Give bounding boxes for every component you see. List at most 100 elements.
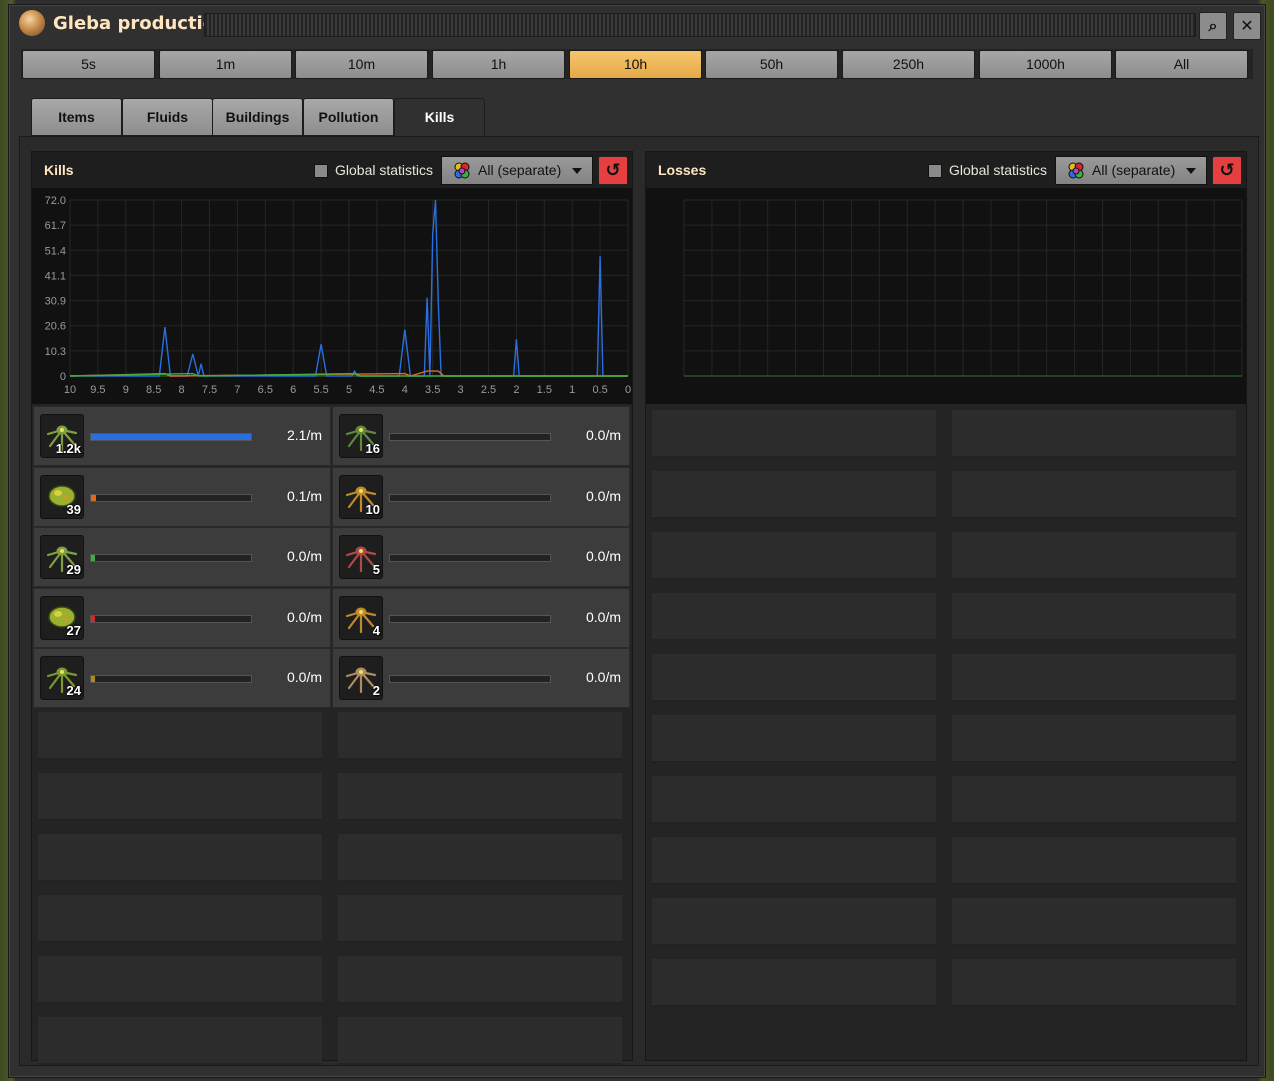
- kill-row[interactable]: 10 0.0/m: [332, 466, 630, 527]
- kill-count: 10: [365, 501, 380, 517]
- empty-row: [652, 410, 936, 458]
- chevron-down-icon: [572, 168, 582, 174]
- y-tick-label: 72.0: [45, 195, 66, 207]
- losses-filter-label: All (separate): [1092, 162, 1176, 178]
- y-tick-label: 10.3: [45, 346, 66, 358]
- search-button[interactable]: ⌕: [1199, 12, 1227, 40]
- kill-rate: 0.0/m: [286, 608, 322, 625]
- empty-row: [652, 715, 936, 763]
- drag-handle[interactable]: [204, 13, 1196, 37]
- kill-row[interactable]: 2 0.0/m: [332, 648, 630, 708]
- x-tick-label: 0.5: [592, 384, 607, 396]
- empty-row: [652, 959, 936, 1007]
- empty-row: [952, 837, 1236, 885]
- kill-row[interactable]: 27 0.0/m: [33, 587, 331, 648]
- tab-pollution[interactable]: Pollution: [303, 98, 394, 136]
- empty-row: [652, 898, 936, 946]
- x-tick-label: 0: [625, 384, 631, 396]
- kill-count: 24: [66, 683, 81, 698]
- kill-row[interactable]: 29 0.0/m: [33, 527, 331, 587]
- rate-bar-fill: [91, 494, 96, 501]
- time-250h-button[interactable]: 250h: [842, 50, 975, 79]
- kill-rate: 0.0/m: [585, 487, 621, 504]
- gleba-planet-icon: [19, 10, 45, 36]
- entity-slot[interactable]: 2: [339, 656, 383, 700]
- rate-bar: [389, 675, 551, 683]
- entity-slot[interactable]: 39: [40, 474, 84, 519]
- time-1m-button[interactable]: 1m: [159, 50, 292, 79]
- tab-buildings[interactable]: Buildings: [212, 98, 303, 136]
- empty-row: [338, 712, 622, 760]
- entity-slot[interactable]: 5: [339, 535, 383, 579]
- rate-bar-fill: [91, 615, 95, 622]
- time-all-button[interactable]: All: [1115, 50, 1248, 79]
- time-1000h-button[interactable]: 1000h: [979, 50, 1112, 79]
- time-50h-button[interactable]: 50h: [705, 50, 838, 79]
- close-button[interactable]: ✕: [1233, 12, 1261, 40]
- empty-row: [952, 654, 1236, 702]
- titlebar[interactable]: Gleba production ⌕ ✕: [9, 5, 1265, 43]
- empty-row: [338, 895, 622, 943]
- kill-rate: 0.0/m: [585, 427, 621, 443]
- rate-bar: [90, 493, 252, 502]
- kill-row[interactable]: 1.2k 2.1/m: [33, 406, 331, 466]
- force-colors-icon: [454, 162, 470, 179]
- y-tick-label: 41.1: [45, 270, 66, 282]
- close-icon: ✕: [1240, 16, 1254, 35]
- empty-row: [952, 410, 1236, 458]
- losses-global-checkbox[interactable]: [928, 164, 942, 178]
- y-tick-label: 30.9: [45, 296, 66, 308]
- entity-slot[interactable]: 24: [40, 656, 84, 700]
- entity-slot[interactable]: 10: [339, 474, 383, 519]
- tab-kills[interactable]: Kills: [394, 98, 485, 137]
- x-tick-label: 7: [234, 384, 240, 396]
- kill-row[interactable]: 24 0.0/m: [33, 648, 331, 708]
- time-1h-button[interactable]: 1h: [432, 50, 565, 79]
- x-tick-label: 9: [123, 384, 129, 396]
- entity-slot[interactable]: 27: [40, 595, 84, 640]
- x-tick-label: 3: [458, 384, 464, 396]
- time-5s-button[interactable]: 5s: [22, 50, 155, 79]
- entity-slot[interactable]: 1.2k: [40, 414, 84, 458]
- rate-bar-fill: [91, 434, 251, 440]
- kill-row[interactable]: 39 0.1/m: [33, 466, 331, 527]
- tab-fluids[interactable]: Fluids: [122, 98, 213, 136]
- kill-count: 29: [66, 562, 81, 577]
- empty-row: [952, 959, 1236, 1007]
- x-tick-label: 8.5: [146, 384, 161, 396]
- empty-row: [952, 715, 1236, 763]
- kill-rate: 0.0/m: [585, 669, 621, 685]
- y-tick-label: 61.7: [45, 220, 66, 232]
- kill-row[interactable]: 4 0.0/m: [332, 587, 630, 648]
- entity-slot[interactable]: 16: [339, 414, 383, 458]
- kills-panel: Kills Global statistics All (separate) ↺…: [31, 151, 633, 1065]
- y-tick-label: 51.4: [45, 245, 66, 257]
- x-tick-label: 5.5: [313, 384, 328, 396]
- entity-slot[interactable]: 29: [40, 535, 84, 579]
- rate-bar-fill: [91, 555, 95, 561]
- kill-count: 16: [365, 441, 380, 456]
- x-tick-label: 6.5: [258, 384, 273, 396]
- losses-reset-button[interactable]: ↺: [1212, 156, 1242, 185]
- empty-row: [952, 593, 1236, 641]
- kills-filter-label: All (separate): [478, 162, 562, 178]
- kill-row[interactable]: 16 0.0/m: [332, 406, 630, 466]
- rate-bar: [90, 675, 252, 683]
- time-10h-button[interactable]: 10h: [569, 50, 702, 79]
- rate-bar-fill: [91, 676, 95, 682]
- kills-filter-dropdown[interactable]: All (separate): [441, 156, 593, 185]
- empty-row: [652, 532, 936, 580]
- losses-chart-svg: [683, 199, 1243, 377]
- rate-bar: [389, 493, 551, 502]
- empty-row: [338, 834, 622, 882]
- losses-global-label: Global statistics: [949, 162, 1048, 178]
- losses-filter-dropdown[interactable]: All (separate): [1055, 156, 1207, 185]
- kills-global-checkbox[interactable]: [314, 164, 328, 178]
- time-10m-button[interactable]: 10m: [295, 50, 428, 79]
- tab-items[interactable]: Items: [31, 98, 122, 136]
- empty-row: [952, 776, 1236, 824]
- kill-row[interactable]: 5 0.0/m: [332, 527, 630, 587]
- entity-slot[interactable]: 4: [339, 595, 383, 640]
- search-icon: ⌕: [1208, 16, 1218, 35]
- kills-reset-button[interactable]: ↺: [598, 156, 628, 185]
